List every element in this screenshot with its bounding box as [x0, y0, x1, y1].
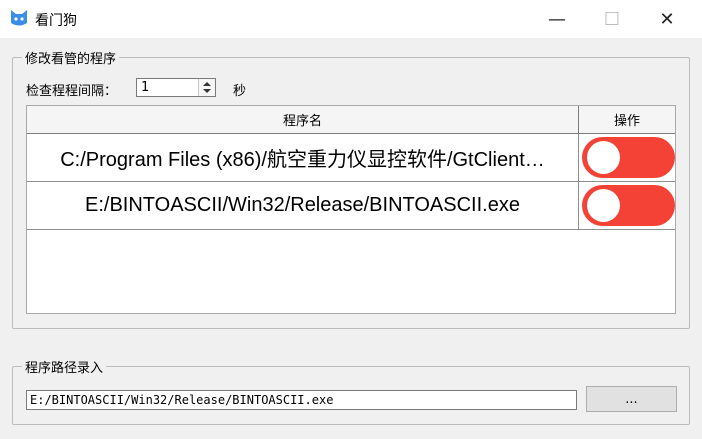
toggle-knob — [587, 141, 620, 174]
column-header-name[interactable]: 程序名 — [27, 106, 579, 134]
interval-spinbox[interactable]: 1 — [136, 78, 216, 97]
close-button[interactable]: ✕ — [644, 0, 690, 38]
enable-toggle[interactable] — [582, 185, 675, 226]
minimize-button[interactable]: — — [534, 0, 580, 38]
spin-up-icon[interactable] — [203, 82, 211, 86]
program-name-cell: E:/BINTOASCII/Win32/Release/BINTOASCII.e… — [27, 182, 579, 229]
interval-unit: 秒 — [233, 84, 247, 99]
spin-arrows[interactable] — [198, 79, 215, 96]
operation-cell — [579, 134, 675, 181]
browse-button[interactable]: ... — [586, 386, 677, 412]
operation-cell — [579, 182, 675, 229]
interval-value: 1 — [141, 80, 150, 95]
cat-app-icon — [11, 10, 27, 26]
table-row[interactable]: C:/Program Files (x86)/航空重力仪显控软件/GtClien… — [27, 134, 675, 182]
program-path-input[interactable]: E:/BINTOASCII/Win32/Release/BINTOASCII.e… — [26, 390, 577, 410]
maximize-icon: ☐ — [603, 8, 621, 30]
edit-programs-legend: 修改看管的程序 — [22, 48, 120, 67]
programs-table: 程序名 操作 C:/Program Files (x86)/航空重力仪显控软件/… — [26, 105, 676, 314]
column-header-operation[interactable]: 操作 — [579, 106, 675, 134]
interval-label: 检查程程间隔： — [26, 84, 118, 99]
enable-toggle[interactable] — [582, 137, 675, 178]
window-title: 看门狗 — [35, 13, 77, 29]
path-entry-legend: 程序路径录入 — [22, 357, 107, 376]
title-bar: 看门狗 — ☐ ✕ — [0, 0, 702, 38]
maximize-button[interactable]: ☐ — [589, 0, 635, 38]
spin-down-icon[interactable] — [203, 89, 211, 93]
program-name-cell: C:/Program Files (x86)/航空重力仪显控软件/GtClien… — [27, 134, 579, 181]
minimize-icon: — — [548, 8, 566, 30]
close-icon: ✕ — [659, 8, 675, 30]
table-row[interactable]: E:/BINTOASCII/Win32/Release/BINTOASCII.e… — [27, 182, 675, 230]
toggle-knob — [587, 189, 620, 222]
